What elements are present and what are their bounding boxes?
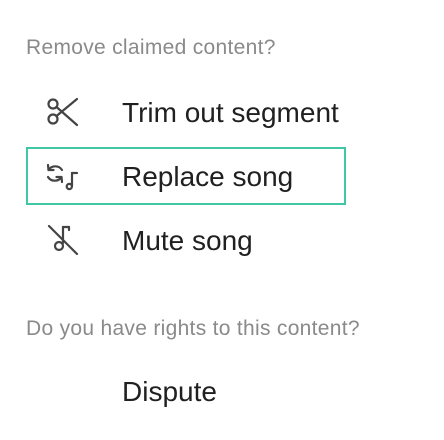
mute-song-option[interactable]: Mute song xyxy=(26,211,346,269)
mute-song-icon xyxy=(46,224,80,256)
mute-song-label: Mute song xyxy=(122,225,253,256)
swap-music-icon xyxy=(46,160,80,192)
dispute-button[interactable]: Dispute xyxy=(122,376,217,408)
trim-out-segment-option[interactable]: Trim out segment xyxy=(26,83,346,141)
trim-out-segment-label: Trim out segment xyxy=(122,97,339,128)
scissors-icon xyxy=(46,96,80,128)
rights-question-heading: Do you have rights to this content? xyxy=(26,317,360,340)
replace-song-label: Replace song xyxy=(122,161,294,192)
remove-content-heading: Remove claimed content? xyxy=(26,36,276,59)
replace-song-option[interactable]: Replace song xyxy=(26,147,346,205)
